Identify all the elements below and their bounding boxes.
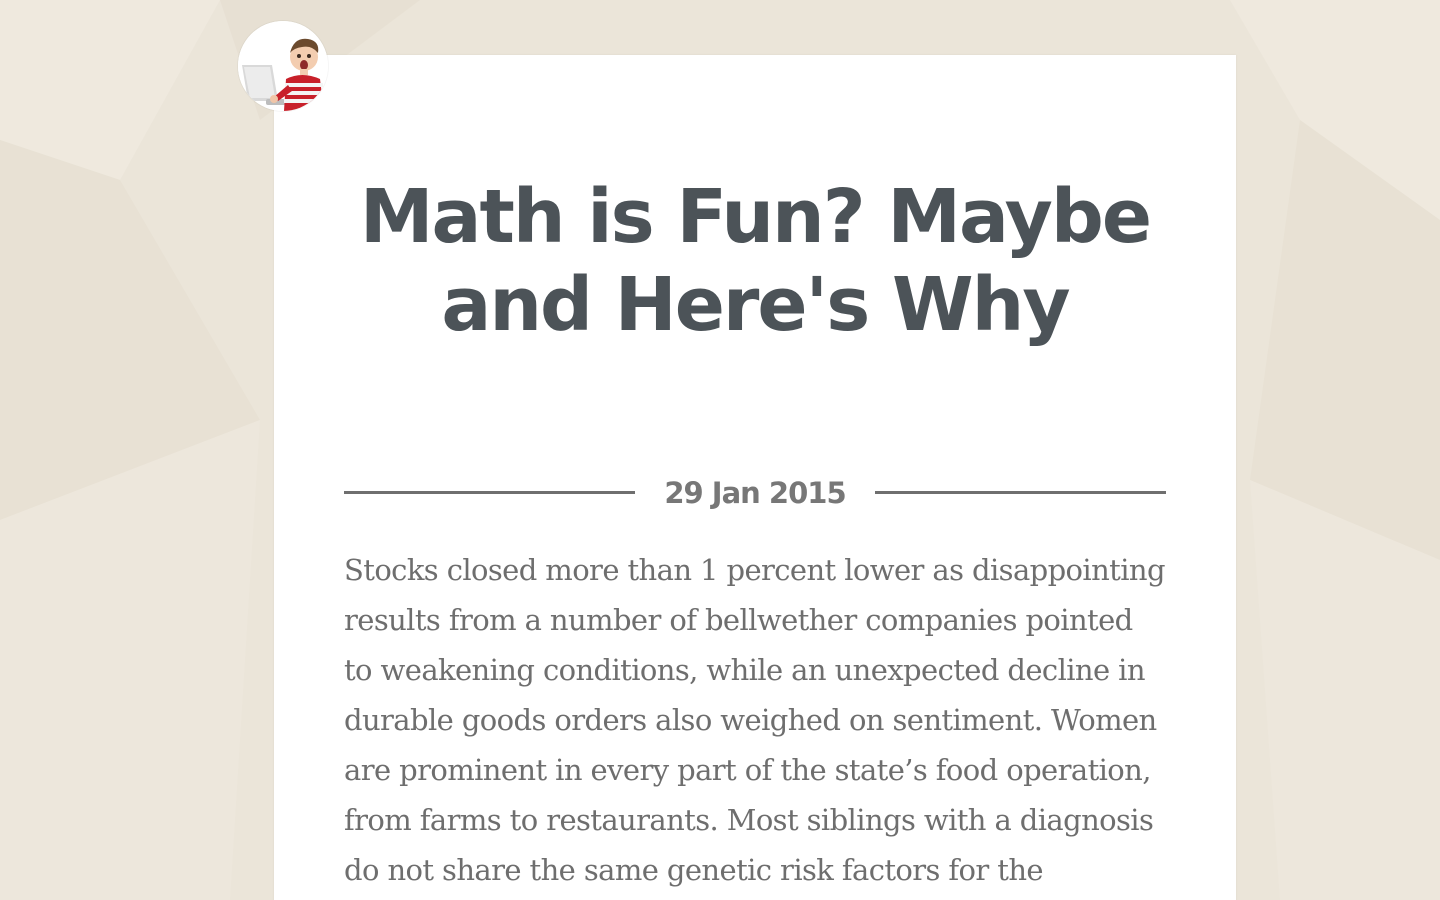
boy-with-laptop-icon bbox=[238, 21, 328, 111]
divider-right bbox=[875, 491, 1166, 494]
post-card: Math is Fun? Maybe and Here's Why 29 Jan… bbox=[274, 55, 1236, 900]
post-body: Stocks closed more than 1 percent lower … bbox=[344, 553, 1166, 887]
author-avatar[interactable] bbox=[238, 21, 328, 111]
post-title: Math is Fun? Maybe and Here's Why bbox=[359, 174, 1152, 348]
post-dateline: 29 Jan 2015 bbox=[344, 475, 1166, 511]
